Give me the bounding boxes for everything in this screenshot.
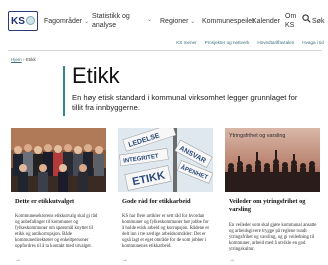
nav-item-kalender[interactable]: Kalender bbox=[252, 17, 280, 26]
nav-item-fagomrader[interactable]: Fagområder ⌄ bbox=[44, 17, 89, 27]
nav-item-statistikk[interactable]: Statistikk og analyse bbox=[92, 12, 136, 30]
chevron-down-icon: ⌄ bbox=[84, 19, 90, 25]
card-image-group-photo bbox=[11, 128, 106, 192]
card-body: En veileder som skal gjøre kommunal ansa… bbox=[229, 223, 317, 252]
divider bbox=[8, 50, 322, 51]
arrow-right-icon[interactable]: → bbox=[15, 257, 21, 263]
nav-item-regioner[interactable]: Regioner ⌄ bbox=[160, 17, 195, 27]
nav-item-label: Regioner bbox=[160, 18, 189, 25]
nav-item-label: Om KS bbox=[285, 13, 297, 29]
search-icon[interactable] bbox=[302, 14, 311, 23]
breadcrumb: Hjem › Etikk bbox=[11, 57, 36, 62]
card-image-signposts: LEDELSE ANSVAR INTEGRITET ÅPENHET ETIKK bbox=[118, 128, 213, 192]
sublink-ks-mener[interactable]: KS mener bbox=[176, 40, 196, 45]
sublink-hvaga[interactable]: Hvaga i tid bbox=[302, 40, 324, 45]
nav-item-kommunespeilet[interactable]: Kommunespeilet bbox=[202, 17, 254, 26]
card-veileder-ytringsfrihet[interactable]: Ytringsfrihet og varsling Veileder om yt… bbox=[225, 128, 320, 265]
arrow-right-icon[interactable]: → bbox=[229, 257, 235, 263]
nav-item-label: Statistikk og analyse bbox=[92, 13, 130, 29]
page-title: Etikk bbox=[72, 63, 120, 88]
card-body: Kommunesektorens etikkutvalg skal gi råd… bbox=[15, 214, 98, 249]
card-title: Veileder om ytringsfrihet og varsling bbox=[229, 198, 306, 213]
chevron-down-icon: ⌄ bbox=[190, 19, 196, 25]
nav-item-label: Kalender bbox=[252, 18, 281, 25]
ks-logo[interactable]: KS bbox=[8, 11, 38, 31]
breadcrumb-home[interactable]: Hjem bbox=[11, 57, 22, 62]
arrow-right-icon[interactable]: → bbox=[122, 257, 128, 263]
chevron-down-icon: ⌄ bbox=[147, 17, 153, 23]
card-title: Dette er etikkutvalget bbox=[15, 198, 75, 205]
secondary-links: KS mener Prosjekter og nettverk Hovedtarif… bbox=[168, 40, 324, 45]
page-subtitle: En høy etisk standard i kommunal virksom… bbox=[72, 93, 298, 112]
sublink-hovedtariffavtalen[interactable]: Hovedtariffavtalen bbox=[257, 40, 294, 45]
card-image-crowd-silhouettes: Ytringsfrihet og varsling bbox=[225, 128, 320, 192]
logo-text: KS bbox=[11, 16, 25, 27]
card-etikkutvalget[interactable]: Dette er etikkutvalget Kommunesektorens … bbox=[11, 128, 106, 265]
search-label[interactable]: Søk bbox=[312, 17, 324, 26]
sublink-prosjekter[interactable]: Prosjekter og nettverk bbox=[205, 40, 250, 45]
hero-accent-bar bbox=[63, 66, 65, 116]
nav-item-label: Kommunespeilet bbox=[202, 18, 255, 25]
nav-item-label: Fagområder bbox=[44, 18, 83, 25]
card-title: Gode råd for etikkarbeid bbox=[122, 198, 191, 205]
image-caption: Ytringsfrihet og varsling bbox=[229, 133, 285, 139]
card-body: KS har flere artikler er sett råd for hv… bbox=[122, 214, 210, 249]
card-gode-rad[interactable]: LEDELSE ANSVAR INTEGRITET ÅPENHET ETIKK bbox=[118, 128, 213, 265]
page: KS Fagområder ⌄ Statistikk og analyse ⌄ R… bbox=[0, 0, 328, 265]
logo-emblem-icon bbox=[26, 16, 35, 25]
breadcrumb-current: Etikk bbox=[25, 57, 36, 62]
